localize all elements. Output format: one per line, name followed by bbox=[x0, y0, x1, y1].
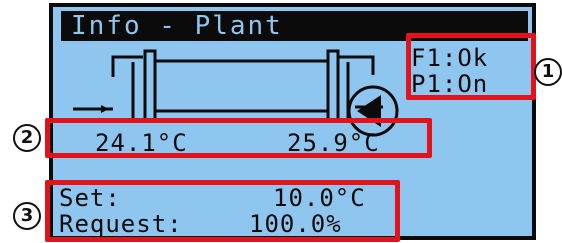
setpoint-highlight-box bbox=[45, 180, 400, 242]
callout-3: 3 bbox=[13, 202, 41, 230]
status-highlight-box bbox=[406, 33, 536, 100]
screen-title: Info - Plant bbox=[71, 11, 283, 41]
screenshot-stage: Info - Plant F1:Ok P1:On 24.1°C 25.9°C S… bbox=[0, 0, 562, 243]
callout-2: 2 bbox=[13, 124, 41, 152]
temperature-highlight-box bbox=[45, 118, 432, 158]
callout-1: 1 bbox=[534, 58, 562, 86]
